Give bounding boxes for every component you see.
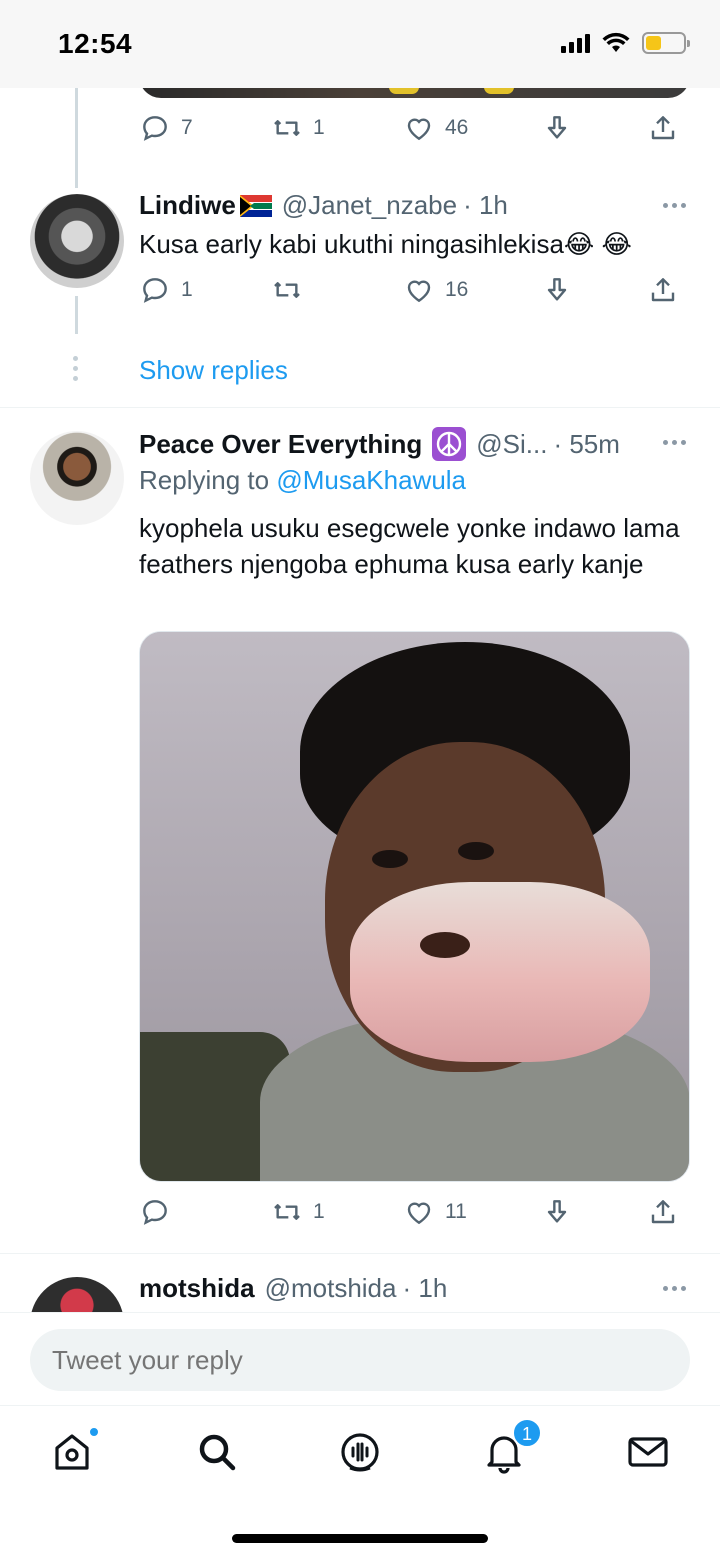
heart-icon — [407, 280, 431, 303]
share-button[interactable] — [647, 1196, 679, 1228]
tab-spaces[interactable] — [336, 1428, 384, 1476]
retweet-icon — [274, 282, 300, 298]
status-icons — [561, 32, 690, 54]
download-icon — [547, 1200, 567, 1223]
more-options-icon[interactable] — [663, 440, 686, 445]
thread-line — [75, 296, 78, 334]
avatar[interactable] — [30, 194, 124, 288]
tab-home[interactable] — [48, 1426, 100, 1476]
share-icon — [651, 278, 675, 302]
display-name[interactable]: Peace Over Everything — [139, 429, 422, 460]
action-row: 1 16 — [139, 274, 690, 314]
retweet-count: 1 — [313, 116, 325, 139]
peace-symbol-icon — [432, 427, 467, 461]
share-icon — [651, 1200, 675, 1224]
heart-icon — [407, 118, 431, 141]
download-button[interactable] — [541, 274, 573, 306]
share-button[interactable] — [647, 112, 679, 144]
retweet-icon — [274, 1204, 300, 1220]
retweet-button[interactable] — [271, 274, 313, 306]
tweet-header: motshida @motshida · 1h — [139, 1273, 447, 1304]
south-africa-flag-icon — [239, 194, 272, 217]
show-replies-link[interactable]: Show replies — [139, 355, 288, 386]
reply-icon — [143, 278, 167, 303]
divider — [0, 407, 720, 408]
display-name[interactable]: Lindiwe — [139, 190, 236, 221]
new-content-dot — [88, 1426, 100, 1438]
thread-more-dots-icon — [73, 356, 78, 381]
like-count: 11 — [445, 1200, 467, 1223]
reply-icon — [143, 1200, 167, 1225]
tweet-time: · 55m — [553, 428, 620, 459]
tweet-time: · 1h — [402, 1273, 448, 1303]
notifications-badge: 1 — [512, 1418, 542, 1448]
home-indicator[interactable] — [232, 1534, 488, 1543]
retweet-button[interactable]: 1 — [271, 1196, 325, 1228]
reply-count: 1 — [181, 278, 193, 301]
user-handle[interactable]: @Si... — [476, 429, 547, 460]
reply-bar — [0, 1312, 720, 1404]
download-button[interactable] — [541, 112, 573, 144]
wifi-icon — [602, 32, 630, 52]
share-icon — [651, 116, 675, 140]
cellular-signal-icon — [561, 33, 590, 53]
like-button[interactable]: 46 — [403, 112, 468, 144]
like-count: 16 — [445, 278, 469, 301]
action-row: 7 1 46 — [139, 112, 690, 152]
divider — [0, 1253, 720, 1254]
status-time: 12:54 — [58, 28, 133, 59]
reply-button[interactable] — [139, 1196, 181, 1228]
tab-search[interactable] — [193, 1428, 241, 1476]
thread-line — [75, 88, 78, 188]
retweet-button[interactable]: 1 — [271, 112, 325, 144]
tab-messages[interactable] — [624, 1428, 672, 1476]
reply-icon — [143, 116, 167, 141]
tab-notifications[interactable]: 1 — [480, 1418, 542, 1476]
like-button[interactable]: 16 — [403, 274, 468, 306]
avatar[interactable] — [30, 431, 124, 525]
tweet-media-image[interactable] — [139, 631, 690, 1182]
like-count: 46 — [445, 116, 469, 139]
retweet-count: 1 — [313, 1200, 325, 1223]
status-bar: 12:54 — [0, 0, 720, 88]
user-handle[interactable]: @Janet_nzabe — [282, 190, 457, 221]
share-button[interactable] — [647, 274, 679, 306]
more-options-icon[interactable] — [663, 203, 686, 208]
download-icon — [547, 116, 567, 139]
search-icon — [199, 1434, 236, 1471]
battery-icon — [642, 32, 690, 54]
replying-to-mention[interactable]: @MusaKhawula — [276, 465, 466, 495]
tweet-text: kyophela usuku esegcwele yonke indawo la… — [139, 513, 680, 579]
replying-to-label: Replying to — [139, 465, 270, 495]
tweet-header: Lindiwe @Janet_nzabe · 1h — [139, 190, 508, 221]
tweet-header: Peace Over Everything @Si... · 55m — [139, 427, 620, 461]
like-button[interactable]: 11 — [403, 1196, 467, 1228]
tweet-reply-input[interactable] — [30, 1329, 690, 1391]
tweet-time: · 1h — [463, 190, 508, 220]
heart-icon — [407, 1202, 431, 1225]
tweet-text: Kusa early kabi ukuthi ningasihlekisa😂 😂 — [139, 229, 632, 259]
user-handle[interactable]: @motshida — [265, 1273, 397, 1304]
reply-button[interactable]: 1 — [139, 274, 193, 306]
display-name[interactable]: motshida — [139, 1273, 255, 1304]
download-icon — [547, 278, 567, 301]
reply-button[interactable]: 7 — [139, 112, 193, 144]
retweet-icon — [274, 120, 300, 136]
reply-count: 7 — [181, 116, 193, 139]
replying-to: Replying to @MusaKhawula — [139, 465, 466, 496]
mail-icon — [628, 1437, 668, 1467]
spaces-icon — [341, 1433, 379, 1472]
download-button[interactable] — [541, 1196, 573, 1228]
action-row: 1 11 — [139, 1196, 690, 1236]
more-options-icon[interactable] — [663, 1286, 686, 1291]
